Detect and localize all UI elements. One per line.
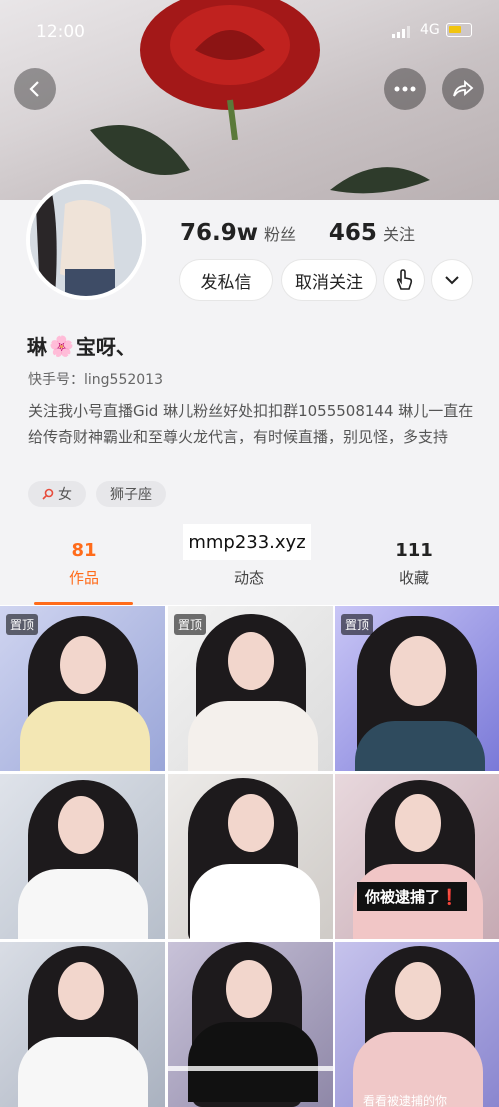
profile-bio: 关注我小号直播Gid 琳儿粉丝好处扣扣群1055508144 琳儿一直在给传奇财… — [28, 402, 474, 446]
more-button[interactable] — [384, 68, 426, 110]
profile-name: 琳 🌸 宝呀、 — [27, 331, 136, 360]
gender-tag: 女 — [28, 481, 86, 507]
tab-works-count: 81 — [71, 540, 97, 561]
share-button[interactable] — [442, 68, 484, 110]
video-thumb[interactable]: 置顶 — [335, 606, 499, 771]
chevron-left-icon — [29, 81, 39, 97]
works-grid: 置顶 置顶 置顶 你被逮捕了❗ 看看被逮捕的你 — [0, 606, 499, 1107]
tab-works-label: 作品 — [68, 569, 99, 587]
video-thumb[interactable]: 你被逮捕了❗ — [335, 774, 499, 939]
name-suffix: 宝呀、 — [75, 335, 136, 359]
pinned-badge: 置顶 — [6, 614, 39, 635]
unfollow-button[interactable]: 取消关注 — [282, 260, 376, 300]
kuaishou-id[interactable]: 快手号：ling552013 — [28, 369, 163, 389]
send-message-button[interactable]: 发私信 — [180, 260, 272, 300]
tab-favorites-count: 111 — [395, 540, 433, 561]
more-dots-icon — [394, 86, 416, 92]
tab-favorites-label: 收藏 — [398, 569, 429, 587]
name-text: 琳 — [27, 335, 47, 359]
fans-label[interactable]: 粉丝 — [264, 225, 296, 244]
video-thumb[interactable]: 置顶 — [168, 606, 333, 771]
pinned-badge: 置顶 — [341, 614, 374, 635]
video-thumb[interactable] — [168, 774, 333, 939]
video-thumb[interactable] — [0, 774, 165, 939]
following-label[interactable]: 关注 — [383, 225, 415, 244]
dropdown-button[interactable] — [432, 260, 472, 300]
fans-count[interactable]: 76.9w — [180, 220, 258, 246]
gender-label: 女 — [58, 487, 72, 503]
tab-moments-label: 动态 — [233, 569, 264, 587]
signal-icon — [392, 26, 410, 38]
tab-favorites[interactable]: 111 收藏 — [354, 540, 474, 588]
video-caption: 你被逮捕了❗ — [357, 882, 467, 911]
touch-button[interactable] — [384, 260, 424, 300]
watermark: mmp233.xyz — [183, 524, 311, 560]
profile-stats: 76.9w 粉丝 465 关注 — [180, 220, 415, 246]
home-indicator[interactable] — [165, 1066, 335, 1071]
tab-works[interactable]: 81 作品 — [24, 540, 144, 588]
status-time: 12:00 — [36, 22, 85, 42]
video-thumb[interactable] — [168, 942, 333, 1107]
chevron-down-icon — [445, 276, 459, 285]
leaf-image-2 — [330, 167, 430, 194]
video-subtitle: 看看被逮捕的你 — [363, 1094, 448, 1107]
video-thumb[interactable]: 看看被逮捕的你 — [335, 942, 499, 1107]
pinned-badge: 置顶 — [174, 614, 207, 635]
battery-icon — [446, 23, 472, 37]
video-thumb[interactable]: 置顶 — [0, 606, 165, 771]
flower-emoji: 🌸 — [49, 333, 74, 358]
network-type: 4G — [420, 22, 440, 38]
female-icon — [42, 488, 54, 500]
share-arrow-icon — [453, 80, 474, 97]
status-bar: 12:00 4G — [0, 0, 499, 60]
avatar-image — [30, 184, 142, 296]
following-count[interactable]: 465 — [329, 220, 377, 246]
zodiac-tag: 狮子座 — [96, 481, 166, 507]
back-button[interactable] — [14, 68, 56, 110]
active-tab-indicator — [34, 602, 133, 605]
hand-pointer-icon — [396, 269, 413, 290]
avatar[interactable] — [26, 180, 146, 300]
video-thumb[interactable] — [0, 942, 165, 1107]
